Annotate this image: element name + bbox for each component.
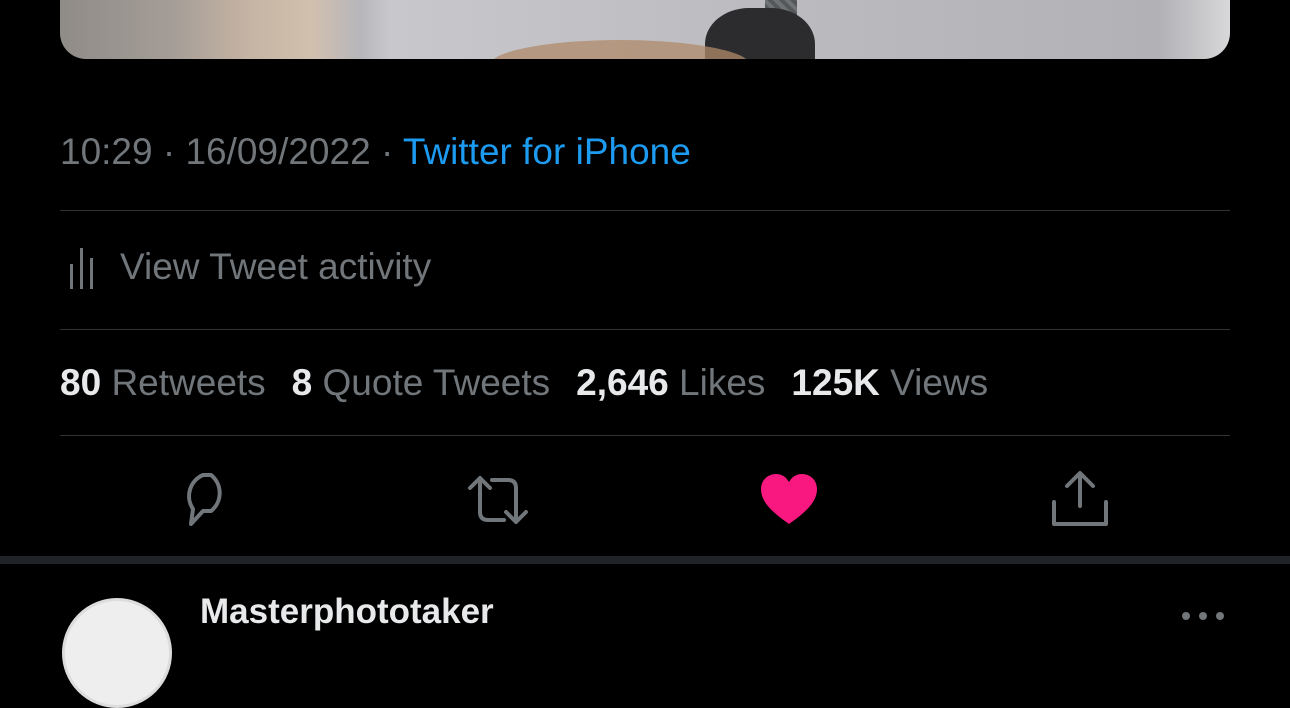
tweet-date: 16/09/2022 [185,131,371,172]
views-label: Views [890,362,989,403]
quote-tweets-count: 8 [291,362,313,403]
analytics-icon [70,248,93,289]
divider [60,435,1230,436]
reply-username[interactable]: Masterphototaker [200,592,494,632]
share-icon [1052,471,1108,526]
tweet-time: 10:29 [60,131,153,172]
tweet-source-link[interactable]: Twitter for iPhone [403,131,691,172]
retweet-icon [468,476,528,524]
section-separator [0,556,1290,564]
share-button[interactable] [1048,468,1112,532]
view-tweet-activity-button[interactable]: View Tweet activity [60,240,431,294]
likes-stat[interactable]: 2,646 Likes [576,358,765,408]
tweet-timestamp: 10:29 · 16/09/2022 · Twitter for iPhone [60,128,691,176]
meta-separator: · [380,131,394,172]
meta-separator: · [162,131,176,172]
retweets-count: 80 [60,362,102,403]
retweets-stat[interactable]: 80 Retweets [60,358,266,408]
reply-button[interactable] [175,468,239,532]
more-icon[interactable] [1180,604,1226,624]
retweets-label: Retweets [111,362,266,403]
heart-icon [761,474,817,524]
divider [60,329,1230,330]
views-count: 125K [791,362,880,403]
tweet-stats: 80 Retweets 8 Quote Tweets 2,646 Likes 1… [60,358,1014,408]
quote-tweets-label: Quote Tweets [322,362,551,403]
likes-count: 2,646 [576,362,669,403]
tweet-media-image[interactable] [60,0,1230,59]
avatar[interactable] [62,598,172,708]
divider [60,210,1230,211]
retweet-button[interactable] [466,468,530,532]
view-tweet-activity-label: View Tweet activity [120,246,432,287]
likes-label: Likes [679,362,766,403]
views-stat: 125K Views [791,358,988,408]
reply-icon [187,473,222,526]
quote-tweets-stat[interactable]: 8 Quote Tweets [292,358,550,408]
like-button[interactable] [757,468,821,532]
